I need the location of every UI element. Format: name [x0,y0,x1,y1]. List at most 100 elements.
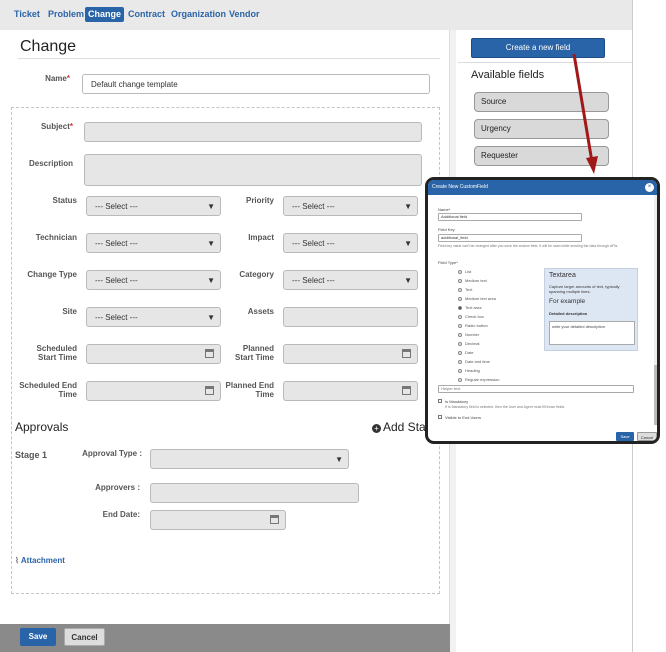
field-type-option[interactable]: Medium text [458,278,487,283]
priority-select[interactable]: --- Select --- ▼ [283,196,418,216]
field-type-option-label: List [465,269,472,274]
change-type-label: Change Type [27,270,77,279]
status-select-value: --- Select --- [95,202,138,211]
field-type-option[interactable]: Decimal [458,341,479,346]
field-type-option-label: Medium text area [465,296,496,301]
category-label: Category [239,270,274,279]
title-divider [18,58,440,59]
cancel-button[interactable]: Cancel [64,628,105,646]
field-key-input[interactable]: additional_field [438,234,582,242]
tab-change[interactable]: Change [85,7,125,22]
subject-label: Subject* [40,122,73,131]
tab-organization[interactable]: Organization [168,7,229,22]
impact-select-value: --- Select --- [292,239,335,248]
modal-title: Create New CustomField [432,184,488,190]
modal-scrollbar[interactable] [654,195,657,425]
status-label: Status [52,196,77,205]
status-select[interactable]: --- Select --- ▼ [86,196,221,216]
approvals-heading: Approvals [15,420,69,434]
field-type-option[interactable]: Date and time [458,359,490,364]
technician-select[interactable]: --- Select --- ▼ [86,233,221,253]
category-select-value: --- Select --- [292,276,335,285]
is-mandatory-label: Is Mandatory [445,399,469,404]
technician-select-value: --- Select --- [95,239,138,248]
field-type-option-selected[interactable]: Text area [458,305,481,310]
annotation-arrow [572,53,598,174]
modal-save-button[interactable]: Save [616,432,634,441]
add-stage-button[interactable]: +Add Stage [372,420,430,434]
arrow-head [586,156,598,174]
field-type-option[interactable]: Medium text area [458,296,496,301]
modal-header: Create New CustomField [428,180,657,195]
assets-input[interactable] [283,307,418,327]
radio-icon [458,269,462,274]
approval-type-select[interactable]: ▼ [150,449,349,469]
planned-end-label: Planned End Time [225,381,274,399]
tab-contract[interactable]: Contract [125,7,168,22]
calendar-icon[interactable] [270,515,279,524]
approvers-input[interactable] [150,483,359,503]
field-type-option[interactable]: Radio button [458,323,488,328]
change-type-select[interactable]: --- Select --- ▼ [86,270,221,290]
approval-type-label: Approval Type : [82,449,142,458]
scheduled-start-input[interactable] [86,344,221,364]
modal-name-input[interactable]: Additional field [438,213,582,221]
calendar-icon[interactable] [402,386,411,395]
field-type-option[interactable]: Number [458,332,479,337]
approvers-label: Approvers : [95,483,140,492]
radio-icon [458,359,462,364]
field-type-option[interactable]: List [458,269,471,274]
save-button[interactable]: Save [20,628,56,646]
close-icon[interactable]: × [645,183,654,192]
chevron-down-icon: ▼ [335,455,343,464]
field-type-option-label: Heading [465,368,480,373]
category-select[interactable]: --- Select --- ▼ [283,270,418,290]
radio-icon [458,341,462,346]
tab-ticket[interactable]: Ticket [11,7,43,22]
calendar-icon[interactable] [205,386,214,395]
scheduled-end-input[interactable] [86,381,221,401]
chevron-down-icon: ▼ [404,202,412,211]
field-type-option-label: Number [465,332,480,337]
chevron-down-icon: ▼ [207,239,215,248]
end-date-input[interactable] [150,510,286,530]
field-type-option[interactable]: Check box [458,314,484,319]
field-type-option-label: Check box [465,314,484,319]
field-type-option-label: Medium text [465,278,487,283]
attachment-label: Attachment [20,556,65,565]
field-type-option[interactable]: Text [458,287,472,292]
visible-to-end-users-checkbox[interactable]: Visible to End Users [438,415,481,420]
available-fields-heading: Available fields [471,69,545,81]
scheduled-end-label: Scheduled End Time [19,381,77,399]
impact-select[interactable]: --- Select --- ▼ [283,233,418,253]
tab-vendor[interactable]: Vendor [226,7,263,22]
radio-icon [458,305,462,310]
preview-example-heading: For example [549,298,586,305]
description-textarea[interactable] [84,154,422,186]
field-type-option[interactable]: Regular expression [458,377,499,382]
field-type-option[interactable]: Heading [458,368,480,373]
planned-start-input[interactable] [283,344,418,364]
page-title: Change [20,38,77,55]
attachment-link[interactable]: ⌇ Attachment [15,556,65,565]
scrollbar-thumb[interactable] [654,365,657,425]
tab-problem[interactable]: Problem [45,7,87,22]
is-mandatory-hint: If Is Mandatory field is selected, then … [445,405,565,409]
planned-end-input[interactable] [283,381,418,401]
modal-cancel-button[interactable]: Cancel [637,432,657,441]
field-type-option[interactable]: Date [458,350,473,355]
helper-text-input[interactable]: Helper text [438,385,634,393]
field-type-option-label: Decimal [465,341,480,346]
field-key-label: Field Key [438,227,455,232]
calendar-icon[interactable] [402,349,411,358]
add-stage-label: Add Stage [383,420,430,434]
is-mandatory-checkbox[interactable]: Is Mandatory [438,399,468,404]
name-input[interactable]: Default change template [82,74,430,94]
field-key-hint: Field key value can't be changed after y… [438,244,619,248]
subject-input[interactable] [84,122,422,142]
assets-label: Assets [247,307,274,316]
chevron-down-icon: ▼ [207,276,215,285]
site-select[interactable]: --- Select --- ▼ [86,307,221,327]
chevron-down-icon: ▼ [404,239,412,248]
calendar-icon[interactable] [205,349,214,358]
